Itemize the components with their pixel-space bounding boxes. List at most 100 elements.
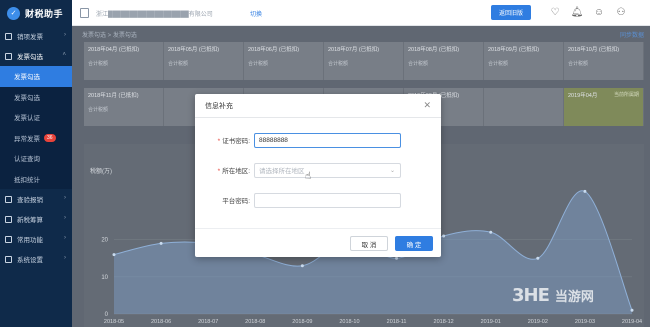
x-tick-label: 2018-11: [387, 319, 407, 325]
watermark-logo: 3HE: [512, 285, 550, 306]
month-card[interactable]: 2018年11月 (已抵扣) 合计税额: [84, 88, 164, 126]
sidebar-item-label: 发票勾选: [14, 74, 40, 82]
data-point: [395, 256, 399, 260]
heart-icon[interactable]: ♡: [548, 5, 562, 19]
sidebar-item-certify-query[interactable]: 认证查询: [0, 148, 72, 169]
nav-group-sales-invoice[interactable]: 销项发票 ›: [0, 26, 72, 46]
region-select[interactable]: 请选择所在地区 ⌄: [254, 162, 401, 178]
x-tick-label: 2019-01: [481, 319, 501, 325]
month-card[interactable]: 2018年06月 (已抵扣) 合计税额: [244, 42, 324, 80]
gear-icon: [5, 255, 12, 263]
x-tick-label: 2018-10: [339, 319, 359, 325]
month-card[interactable]: 2018年04月 (已抵扣) 合计税额: [84, 42, 164, 80]
app-logo-icon: ✓: [7, 6, 20, 20]
nav-group-label: 销项发票: [17, 34, 43, 41]
month-card[interactable]: 2018年09月 (已抵扣) 合计税额: [484, 42, 564, 80]
chevron-right-icon: ›: [64, 235, 66, 241]
data-point: [442, 234, 446, 238]
nav-group-invoice-select[interactable]: 发票勾选 ˄: [0, 46, 72, 66]
data-point: [489, 230, 493, 234]
sidebar-item-invoice-select[interactable]: 发票勾选: [0, 86, 72, 107]
x-tick-label: 2019-02: [528, 319, 548, 325]
dialog-header: 信息补充 ✕: [195, 94, 441, 118]
x-tick-label: 2018-09: [292, 319, 312, 325]
bell-icon[interactable]: 🔔︎: [570, 5, 584, 19]
app-logo: ✓ 财税助手: [0, 0, 72, 26]
x-tick-label: 2018-08: [245, 319, 265, 325]
y-tick-label: 20: [101, 238, 108, 244]
platform-password-input[interactable]: [254, 192, 401, 208]
y-tick-label: 0: [105, 312, 109, 318]
sidebar-item-invoice-select-active[interactable]: 发票勾选: [0, 66, 72, 87]
watermark-text: 当游网: [554, 289, 594, 304]
building-icon: [80, 8, 89, 18]
nav-group-settings[interactable]: 系统设置 ›: [0, 249, 72, 269]
chevron-up-icon: ˄: [62, 52, 66, 58]
dialog-title: 信息补充: [205, 102, 233, 110]
sidebar-item-label: 认证查询: [14, 156, 40, 164]
data-point: [112, 253, 116, 257]
chevron-right-icon: ›: [64, 215, 66, 221]
month-card[interactable]: [484, 88, 564, 126]
check-icon: [5, 195, 12, 203]
nav-group-label: 新税筹算: [17, 217, 43, 224]
x-tick-label: 2018-12: [434, 319, 454, 325]
return-old-version-button[interactable]: 返回旧版: [491, 5, 531, 20]
hand-cursor-icon: ☝: [305, 171, 312, 182]
month-card[interactable]: 2018年05月 (已抵扣) 合计税额: [164, 42, 244, 80]
cert-password-row: * 证书密码: 88888888: [195, 132, 441, 148]
nav-group-label: 系统设置: [17, 257, 43, 264]
nav-group-common[interactable]: 常用功能 ›: [0, 229, 72, 249]
region-placeholder: 请选择所在地区: [259, 168, 305, 175]
sidebar: 销项发票 › 发票勾选 ˄ 发票勾选 发票勾选 发票认证 异常发票 36 认证查…: [0, 26, 72, 327]
sidebar-item-label: 异常发票: [14, 135, 40, 143]
chevron-right-icon: ›: [64, 32, 66, 38]
top-icons: ♡ 🔔︎ ☺ ⚇: [548, 5, 628, 19]
month-card-current[interactable]: 2019年04月 当前所属期: [564, 88, 644, 126]
app-title: 财税助手: [25, 8, 64, 19]
month-card[interactable]: 2018年07月 (已抵扣) 合计税额: [324, 42, 404, 80]
info-supplement-dialog: 信息补充 ✕ * 证书密码: 88888888 * 所在地区: 请选择所在地区 ⌄ …: [195, 94, 441, 257]
nav-group-tax-calc[interactable]: 新税筹算 ›: [0, 209, 72, 229]
top-bar: ✓ 财税助手 浙江███████████████████有限公司 切换 返回旧版…: [0, 0, 650, 26]
sidebar-item-label: 发票认证: [14, 115, 40, 123]
sidebar-item-deduction-stats[interactable]: 抵扣统计: [0, 168, 72, 189]
platform-password-label: 平台密码:: [222, 198, 250, 205]
chevron-right-icon: ›: [64, 255, 66, 261]
watermark: 3HE 当游网: [512, 285, 594, 306]
x-tick-label: 2018-07: [198, 319, 218, 325]
breadcrumb: 发票勾选 > 发票勾选: [82, 33, 137, 39]
sidebar-item-invoice-certify[interactable]: 发票认证: [0, 107, 72, 128]
cancel-button[interactable]: 取 消: [350, 236, 388, 251]
data-point: [300, 264, 304, 268]
chat-icon[interactable]: ☺: [592, 5, 606, 19]
nav-group-check-reimburse[interactable]: 查验报销 ›: [0, 189, 72, 209]
month-card[interactable]: 2018年08月 (已抵扣) 合计税额: [404, 42, 484, 80]
sidebar-item-label: 抵扣统计: [14, 176, 40, 184]
data-point: [630, 308, 634, 312]
data-point: [536, 256, 540, 260]
switch-company-link[interactable]: 切换: [250, 9, 262, 18]
sync-data-link[interactable]: 同步数据: [620, 30, 644, 39]
count-badge: 36: [44, 133, 56, 142]
close-icon[interactable]: ✕: [423, 100, 431, 111]
dialog-footer: 取 消 确 定: [195, 228, 441, 257]
company-name: 浙江███████████████████有限公司: [96, 12, 213, 18]
nav-group-label: 发票勾选: [17, 54, 43, 61]
region-row: * 所在地区: 请选择所在地区 ⌄: [195, 162, 441, 178]
x-tick-label: 2018-06: [151, 319, 171, 325]
invoice-icon: [5, 32, 12, 40]
confirm-button[interactable]: 确 定: [395, 236, 433, 251]
nav-group-label: 常用功能: [17, 237, 43, 244]
grid-icon: [5, 235, 12, 243]
sidebar-item-abnormal-invoice[interactable]: 异常发票 36: [0, 127, 72, 148]
cert-password-label: * 证书密码:: [217, 138, 250, 145]
user-icon[interactable]: ⚇: [614, 5, 628, 19]
data-point: [583, 189, 587, 193]
x-tick-label: 2018-05: [104, 319, 124, 325]
x-tick-label: 2019-03: [575, 319, 595, 325]
month-card[interactable]: 2018年10月 (已抵扣) 合计税额: [564, 42, 644, 80]
chevron-down-icon: ⌄: [389, 167, 395, 174]
calculator-icon: [5, 215, 12, 223]
cert-password-input[interactable]: 88888888: [254, 132, 401, 148]
